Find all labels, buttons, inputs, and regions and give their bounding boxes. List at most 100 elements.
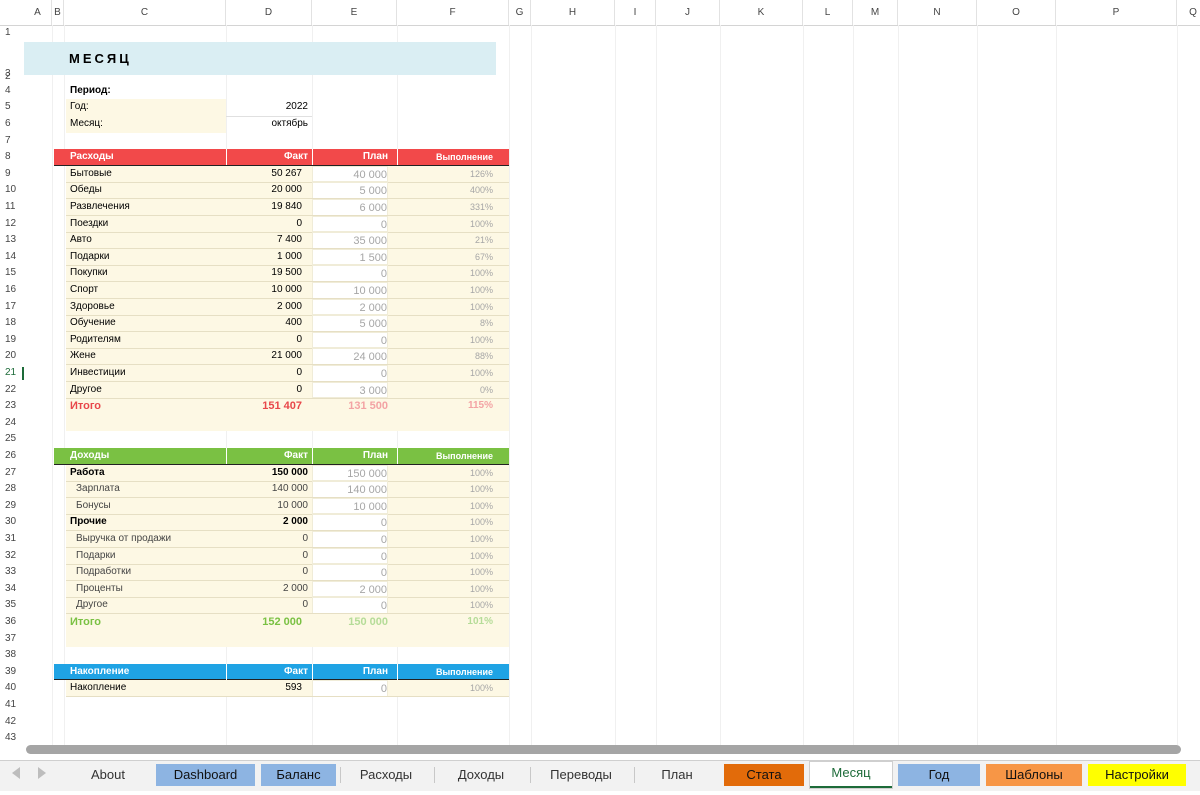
- tab-scroll-right-icon[interactable]: [38, 767, 46, 779]
- expenses-row-plan[interactable]: 0: [312, 265, 388, 282]
- column-header-L[interactable]: L: [803, 0, 853, 25]
- row-header-9[interactable]: 9: [0, 166, 24, 183]
- row-header-13[interactable]: 13: [0, 232, 24, 249]
- expenses-row-plan[interactable]: 0: [312, 215, 388, 233]
- row-header-19[interactable]: 19: [0, 332, 24, 349]
- row-header-27[interactable]: 27: [0, 465, 24, 482]
- column-header-C[interactable]: C: [64, 0, 226, 25]
- row-header-1[interactable]: 1: [0, 25, 24, 42]
- expenses-row-fact[interactable]: 400: [226, 315, 302, 332]
- income-row-plan[interactable]: 0: [312, 564, 388, 581]
- month-value[interactable]: октябрь: [226, 116, 308, 133]
- column-header-A[interactable]: A: [24, 0, 52, 25]
- column-header-Q[interactable]: Q: [1177, 0, 1200, 25]
- row-header-34[interactable]: 34: [0, 581, 24, 598]
- year-value[interactable]: 2022: [226, 99, 308, 116]
- column-header-P[interactable]: P: [1056, 0, 1177, 25]
- row-header-40[interactable]: 40: [0, 680, 24, 697]
- row-header-26[interactable]: 26: [0, 448, 24, 465]
- row-header-14[interactable]: 14: [0, 249, 24, 266]
- expenses-row-fact[interactable]: 0: [226, 365, 302, 382]
- row-header-23[interactable]: 23: [0, 398, 24, 415]
- expenses-row-fact[interactable]: 20 000: [226, 182, 302, 199]
- expenses-row-fact[interactable]: 50 267: [226, 166, 302, 183]
- sheet-tab-12[interactable]: Настройки: [1088, 764, 1186, 786]
- column-header-J[interactable]: J: [656, 0, 720, 25]
- row-header-18[interactable]: 18: [0, 315, 24, 332]
- column-header-M[interactable]: M: [853, 0, 898, 25]
- income-row-fact[interactable]: 0: [226, 548, 308, 565]
- sheet-tab-11[interactable]: Шаблоны: [986, 764, 1082, 786]
- column-header-N[interactable]: N: [898, 0, 977, 25]
- expenses-row-fact[interactable]: 19 840: [226, 199, 302, 216]
- income-row-plan[interactable]: 140 000: [312, 481, 388, 498]
- row-header-11[interactable]: 11: [0, 199, 24, 216]
- savings-row-fact[interactable]: 593: [226, 680, 302, 697]
- expenses-row-fact[interactable]: 7 400: [226, 232, 302, 249]
- column-header-H[interactable]: H: [531, 0, 615, 25]
- income-row-fact[interactable]: 0: [226, 531, 308, 548]
- expenses-row-plan[interactable]: 0: [312, 365, 388, 382]
- column-header-K[interactable]: K: [720, 0, 803, 25]
- row-header-3[interactable]: 3: [0, 66, 24, 83]
- expenses-row-fact[interactable]: 0: [226, 382, 302, 399]
- column-header-O[interactable]: O: [977, 0, 1056, 25]
- column-header-B[interactable]: B: [52, 0, 64, 25]
- row-header-28[interactable]: 28: [0, 481, 24, 498]
- sheet-tab-6[interactable]: Переводы: [532, 764, 630, 786]
- row-header-39[interactable]: 39: [0, 664, 24, 681]
- expenses-row-plan[interactable]: 2 000: [312, 298, 388, 316]
- row-header-41[interactable]: 41: [0, 697, 24, 714]
- income-row-plan[interactable]: 150 000: [312, 464, 388, 482]
- row-header-30[interactable]: 30: [0, 514, 24, 531]
- row-header-22[interactable]: 22: [0, 382, 24, 399]
- income-row-plan[interactable]: 0: [312, 514, 388, 531]
- expenses-row-plan[interactable]: 1 500: [312, 248, 388, 266]
- expenses-row-plan[interactable]: 5 000: [312, 315, 388, 332]
- column-header-G[interactable]: G: [509, 0, 531, 25]
- row-header-10[interactable]: 10: [0, 182, 24, 199]
- income-row-fact[interactable]: 150 000: [226, 465, 308, 482]
- row-header-38[interactable]: 38: [0, 647, 24, 664]
- row-header-43[interactable]: 43: [0, 730, 24, 747]
- row-header-7[interactable]: 7: [0, 133, 24, 150]
- row-header-12[interactable]: 12: [0, 216, 24, 233]
- income-row-fact[interactable]: 10 000: [226, 498, 308, 515]
- sheet-tab-4[interactable]: Расходы: [342, 764, 430, 786]
- column-header-F[interactable]: F: [397, 0, 509, 25]
- column-header-E[interactable]: E: [312, 0, 397, 25]
- sheet-tab-3[interactable]: Баланс: [261, 764, 336, 786]
- income-row-plan[interactable]: 0: [312, 547, 388, 565]
- tab-scroll-left-icon[interactable]: [12, 767, 20, 779]
- row-header-36[interactable]: 36: [0, 614, 24, 631]
- expenses-row-plan[interactable]: 0: [312, 331, 388, 349]
- income-row-fact[interactable]: 0: [226, 564, 308, 581]
- expenses-row-plan[interactable]: 40 000: [312, 165, 388, 183]
- income-row-fact[interactable]: 0: [226, 597, 308, 614]
- row-header-25[interactable]: 25: [0, 431, 24, 448]
- column-header-D[interactable]: D: [226, 0, 312, 25]
- row-header-6[interactable]: 6: [0, 116, 24, 133]
- row-header-24[interactable]: 24: [0, 415, 24, 432]
- expenses-row-plan[interactable]: 10 000: [312, 282, 388, 299]
- row-header-31[interactable]: 31: [0, 531, 24, 548]
- row-header-5[interactable]: 5: [0, 99, 24, 116]
- row-header-17[interactable]: 17: [0, 299, 24, 316]
- sheet-tab-8[interactable]: Стата: [724, 764, 804, 786]
- sheet-tab-9[interactable]: Месяц: [810, 762, 892, 788]
- income-row-fact[interactable]: 2 000: [226, 514, 308, 531]
- income-row-fact[interactable]: 140 000: [226, 481, 308, 498]
- income-row-plan[interactable]: 0: [312, 597, 388, 614]
- row-header-42[interactable]: 42: [0, 714, 24, 731]
- expenses-row-fact[interactable]: 1 000: [226, 249, 302, 266]
- expenses-row-plan[interactable]: 5 000: [312, 182, 388, 199]
- row-header-35[interactable]: 35: [0, 597, 24, 614]
- row-header-21[interactable]: 21: [0, 365, 24, 382]
- expenses-row-fact[interactable]: 2 000: [226, 299, 302, 316]
- sheet-tab-2[interactable]: Dashboard: [156, 764, 255, 786]
- column-header-I[interactable]: I: [615, 0, 656, 25]
- row-header-29[interactable]: 29: [0, 498, 24, 515]
- sheet-tab-5[interactable]: Доходы: [436, 764, 526, 786]
- expenses-row-plan[interactable]: 35 000: [312, 232, 388, 249]
- expenses-row-fact[interactable]: 0: [226, 216, 302, 233]
